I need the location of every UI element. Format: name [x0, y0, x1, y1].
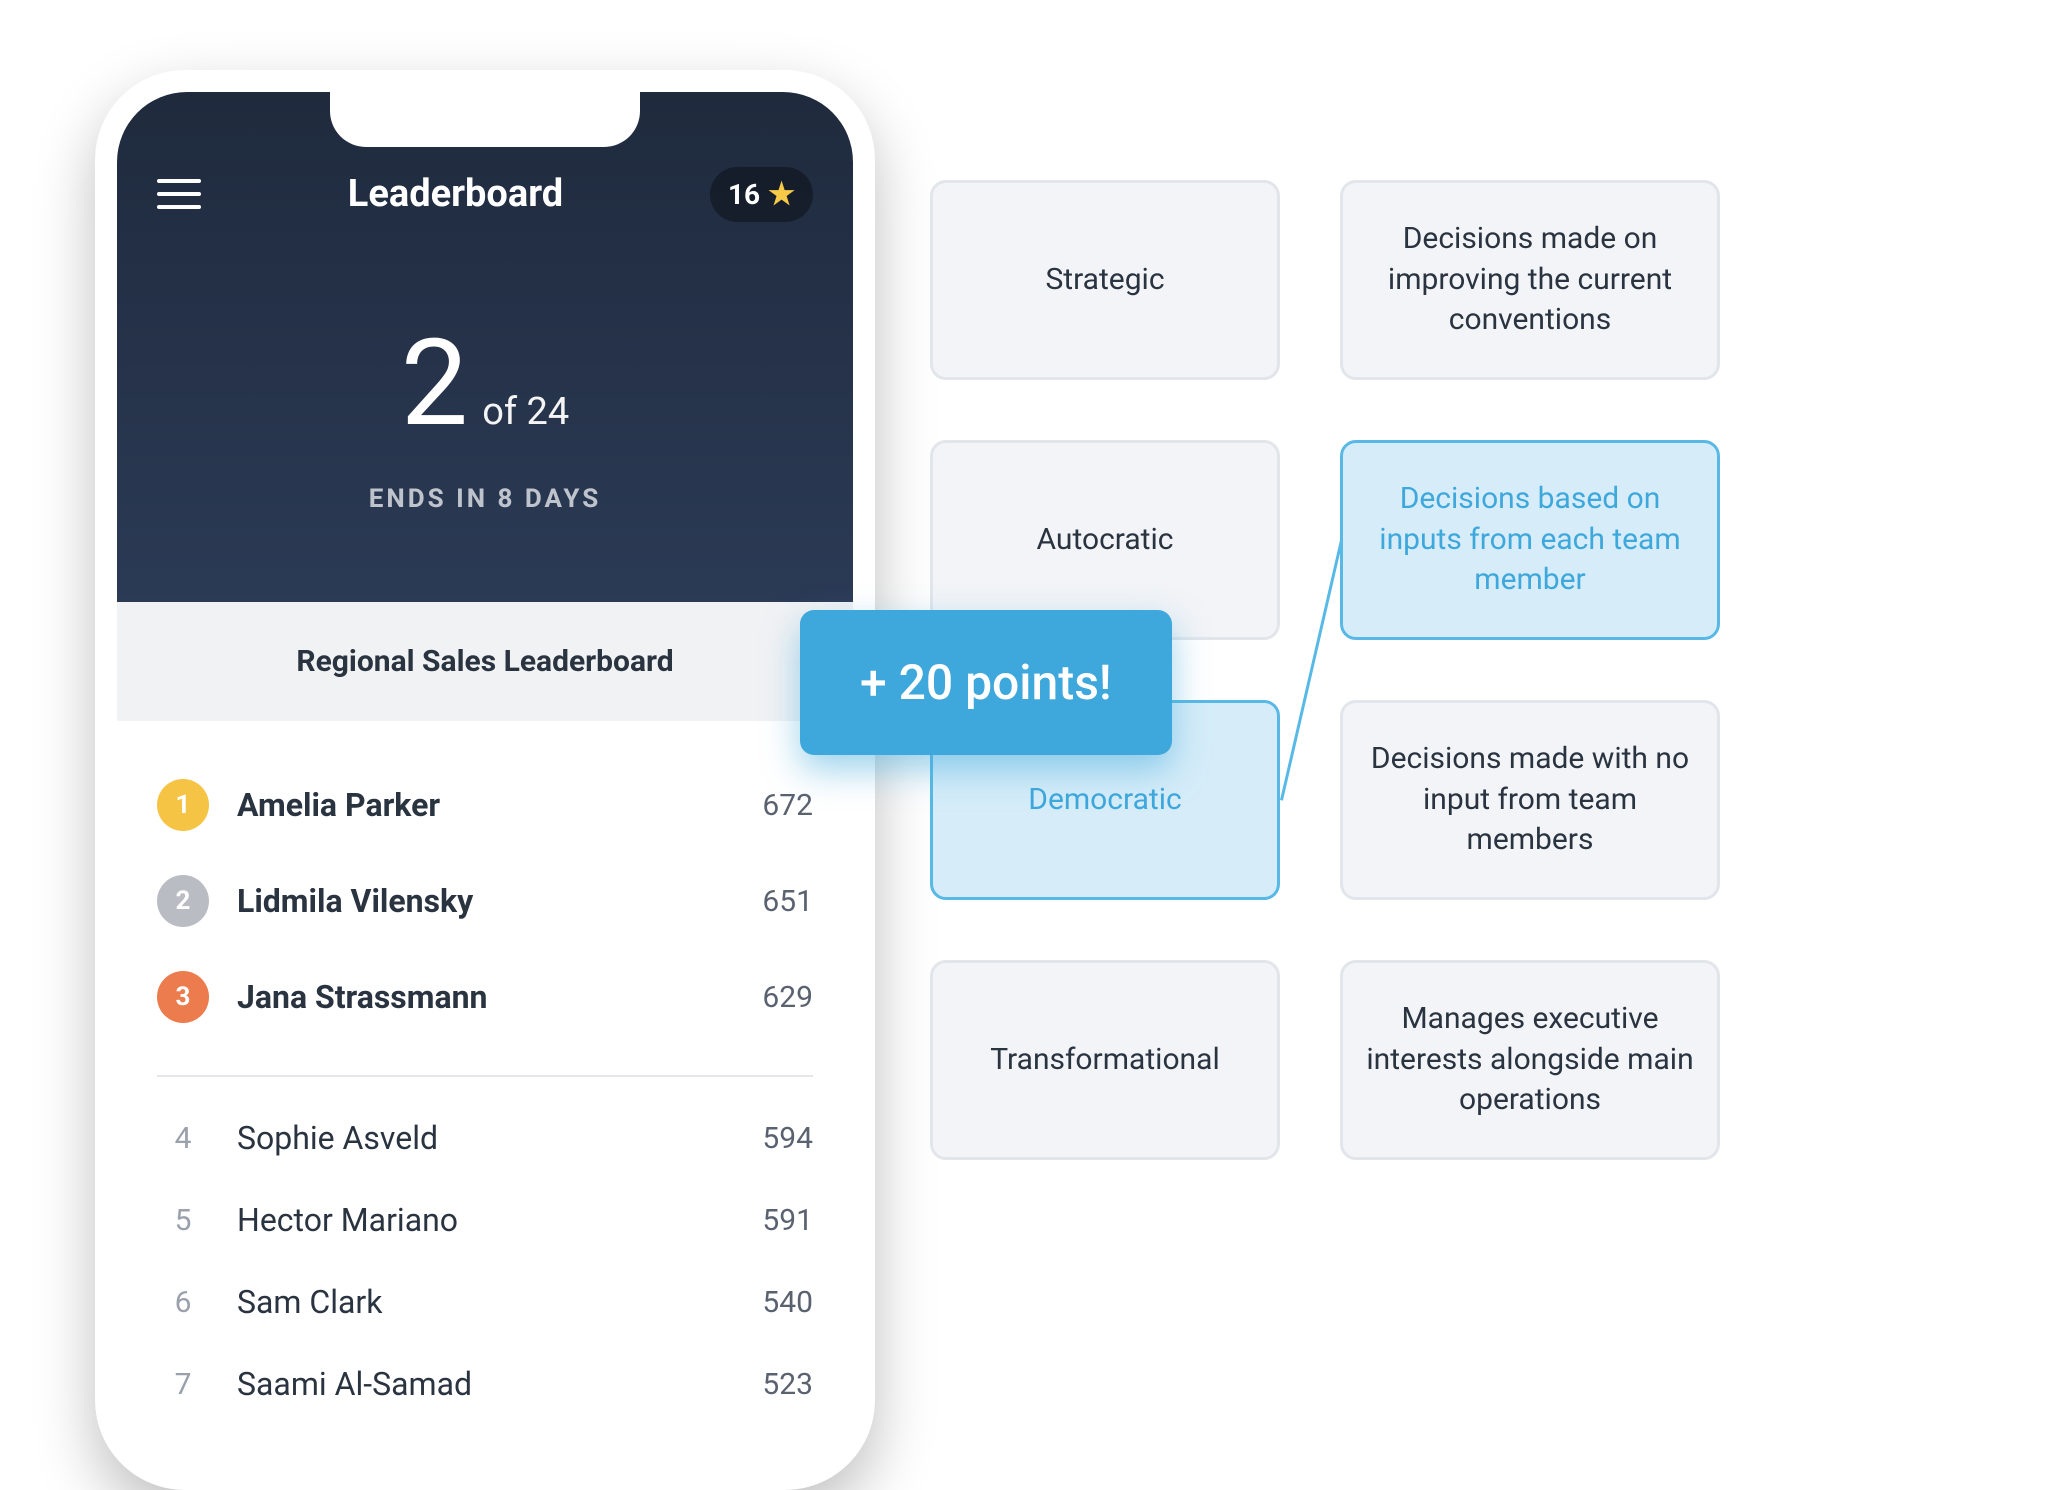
match-definition-card[interactable]: Manages executive interests alongside ma…	[1340, 960, 1720, 1160]
section-header: Regional Sales Leaderboard	[117, 602, 853, 721]
leaderboard-row[interactable]: 3 Jana Strassmann 629	[157, 949, 813, 1045]
player-name: Jana Strassmann	[237, 978, 762, 1016]
leaderboard-row[interactable]: 7 Saami Al-Samad 523	[157, 1343, 813, 1425]
rank-medal-icon: 3	[157, 971, 209, 1023]
app-header: Leaderboard 16 ★ 2 of 24 ENDS IN 8 DAYS	[117, 92, 853, 602]
list-divider	[157, 1075, 813, 1077]
player-score: 594	[762, 1121, 813, 1156]
rank-number: 5	[157, 1203, 209, 1238]
player-name: Hector Mariano	[237, 1201, 762, 1239]
leaderboard-list: 1 Amelia Parker 672 2 Lidmila Vilensky 6…	[117, 721, 853, 1425]
player-score: 523	[762, 1367, 813, 1402]
ends-in-label: ENDS IN 8 DAYS	[157, 484, 813, 514]
player-score: 672	[762, 788, 813, 823]
rank-total: of 24	[482, 390, 569, 434]
leaderboard-row[interactable]: 4 Sophie Asveld 594	[157, 1097, 813, 1179]
leaderboard-row[interactable]: 1 Amelia Parker 672	[157, 757, 813, 853]
leaderboard-row[interactable]: 6 Sam Clark 540	[157, 1261, 813, 1343]
rank-block: 2 of 24 ENDS IN 8 DAYS	[157, 314, 813, 514]
player-score: 629	[762, 980, 813, 1015]
star-icon: ★	[768, 177, 795, 212]
match-definition-card[interactable]: Decisions based on inputs from each team…	[1340, 440, 1720, 640]
player-name: Sam Clark	[237, 1283, 762, 1321]
leaderboard-row[interactable]: 5 Hector Mariano 591	[157, 1179, 813, 1261]
rank-medal-icon: 1	[157, 779, 209, 831]
rank-number: 7	[157, 1367, 209, 1402]
top-bar: Leaderboard 16 ★	[157, 164, 813, 224]
player-name: Lidmila Vilensky	[237, 882, 762, 920]
section-title: Regional Sales Leaderboard	[117, 644, 853, 679]
menu-icon[interactable]	[157, 179, 201, 209]
match-term-card[interactable]: Transformational	[930, 960, 1280, 1160]
page-title: Leaderboard	[348, 172, 563, 216]
player-score: 591	[762, 1203, 813, 1238]
phone-frame: Leaderboard 16 ★ 2 of 24 ENDS IN 8 DAYS …	[95, 70, 875, 1490]
star-count: 16	[728, 178, 760, 211]
star-points-badge[interactable]: 16 ★	[710, 167, 813, 222]
player-name: Saami Al-Samad	[237, 1365, 762, 1403]
points-toast: + 20 points!	[800, 610, 1172, 755]
match-definition-card[interactable]: Decisions made with no input from team m…	[1340, 700, 1720, 900]
player-score: 540	[762, 1285, 813, 1320]
match-term-card[interactable]: Strategic	[930, 180, 1280, 380]
rank-medal-icon: 2	[157, 875, 209, 927]
user-rank-number: 2	[401, 314, 468, 454]
rank-number: 6	[157, 1285, 209, 1320]
phone-notch	[330, 92, 640, 147]
player-name: Amelia Parker	[237, 786, 762, 824]
leaderboard-row[interactable]: 2 Lidmila Vilensky 651	[157, 853, 813, 949]
match-definition-card[interactable]: Decisions made on improving the current …	[1340, 180, 1720, 380]
player-score: 651	[762, 884, 813, 919]
rank-line: 2 of 24	[157, 314, 813, 454]
rank-number: 4	[157, 1121, 209, 1156]
player-name: Sophie Asveld	[237, 1119, 762, 1157]
phone-screen: Leaderboard 16 ★ 2 of 24 ENDS IN 8 DAYS …	[117, 92, 853, 1468]
